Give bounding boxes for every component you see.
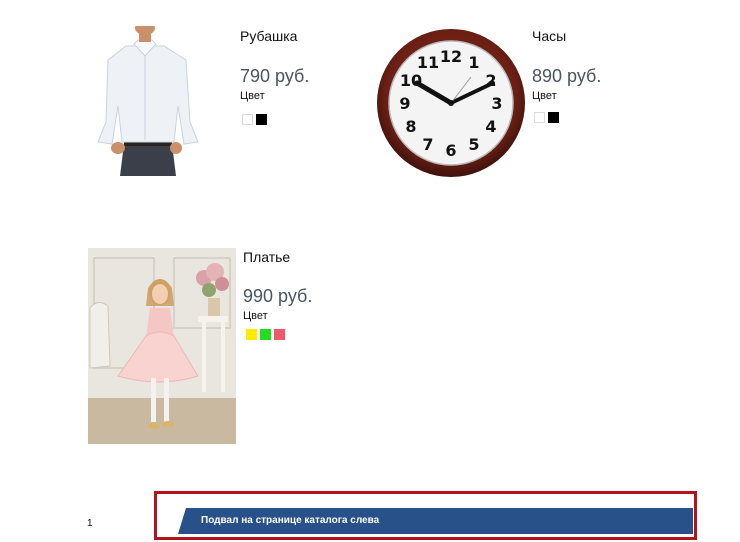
page-number: 1 bbox=[87, 518, 93, 529]
clock-number: 11 bbox=[417, 53, 439, 72]
product-price: 990 руб. bbox=[243, 286, 313, 306]
color-label: Цвет bbox=[532, 90, 557, 102]
clock-number: 9 bbox=[399, 94, 410, 113]
product-name[interactable]: Часы bbox=[532, 28, 566, 44]
product-price: 790 руб. bbox=[240, 66, 310, 86]
color-label: Цвет bbox=[240, 90, 265, 102]
clock-number: 1 bbox=[468, 53, 479, 72]
footer-text: Подвал на странице каталога слева bbox=[201, 515, 380, 526]
color-swatch-white[interactable] bbox=[534, 112, 545, 123]
product-image-shirt[interactable] bbox=[86, 26, 204, 176]
color-swatch-green[interactable] bbox=[260, 329, 271, 340]
clock-number: 3 bbox=[491, 94, 502, 113]
color-swatch-black[interactable] bbox=[548, 112, 559, 123]
color-swatches bbox=[534, 112, 559, 123]
clock-number: 7 bbox=[422, 135, 433, 154]
product-name[interactable]: Платье bbox=[243, 249, 290, 265]
color-swatch-white[interactable] bbox=[242, 114, 253, 125]
color-label: Цвет bbox=[243, 310, 268, 322]
clock-number: 12 bbox=[440, 47, 462, 66]
product-image-dress[interactable] bbox=[88, 248, 236, 444]
color-swatches bbox=[242, 114, 267, 125]
color-swatch-black[interactable] bbox=[256, 114, 267, 125]
color-swatches bbox=[246, 329, 285, 340]
product-name[interactable]: Рубашка bbox=[240, 28, 297, 44]
clock-number: 5 bbox=[468, 135, 479, 154]
color-swatch-yellow[interactable] bbox=[246, 329, 257, 340]
clock-number: 8 bbox=[405, 117, 416, 136]
product-price: 890 руб. bbox=[532, 66, 602, 86]
color-swatch-pink[interactable] bbox=[274, 329, 285, 340]
product-image-clock[interactable]: 12 1 2 3 4 5 6 7 8 9 10 11 bbox=[376, 28, 526, 178]
clock-number: 10 bbox=[400, 71, 422, 90]
clock-number: 6 bbox=[445, 141, 456, 160]
clock-number: 4 bbox=[485, 117, 496, 136]
